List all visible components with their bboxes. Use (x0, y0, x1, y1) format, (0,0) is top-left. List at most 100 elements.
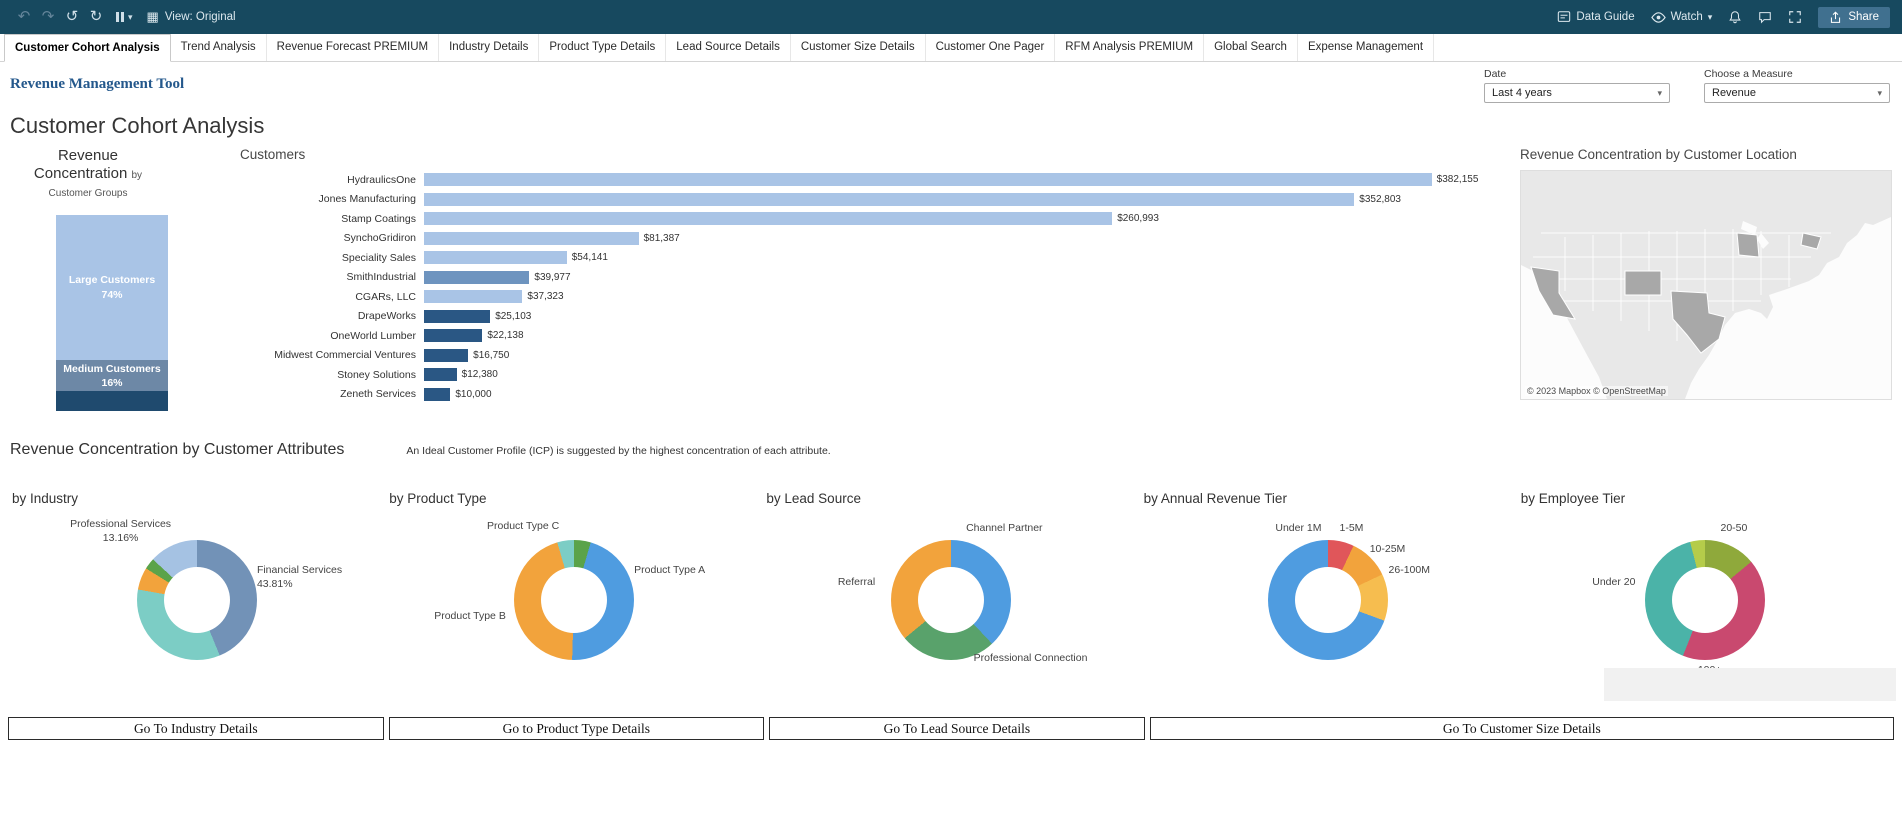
date-select[interactable]: Last 4 years ▾ (1484, 83, 1670, 103)
donut-annotation: 10-25M (1369, 543, 1406, 555)
donut-annotation: Professional Services 13.16% (70, 518, 172, 544)
bar-row: Stoney Solutions $12,380 (240, 365, 1496, 385)
donut-annotation: Channel Partner (966, 522, 1043, 534)
tab-expense-management[interactable]: Expense Management (1298, 34, 1435, 61)
attributes-section-title: Revenue Concentration by Customer Attrib… (10, 441, 345, 458)
redo-icon[interactable]: ↷ (36, 0, 60, 34)
bar-row: DrapeWorks $25,103 (240, 307, 1496, 327)
workbook-title-link[interactable]: Revenue Management Tool (10, 76, 184, 103)
us-map[interactable]: © 2023 Mapbox © OpenStreetMap (1520, 170, 1892, 400)
notifications-icon (1729, 11, 1742, 24)
sheet-tabs: Customer Cohort Analysis Trend Analysis Re… (0, 34, 1902, 62)
empty-panel (1604, 668, 1896, 701)
donut-area: Product Type C Product Type A Product Type… (385, 506, 762, 696)
customer-group-segment[interactable] (56, 391, 168, 411)
bar-track: $260,993 (424, 212, 1496, 226)
tab-rfm-analysis-premium[interactable]: RFM Analysis PREMIUM (1055, 34, 1205, 61)
nav-button-go-to-customer-size-details[interactable]: Go To Customer Size Details (1149, 717, 1894, 740)
customer-name-label: Midwest Commercial Ventures (274, 349, 416, 362)
watch-caret-icon: ▾ (1707, 11, 1713, 22)
revenue-bar[interactable] (424, 387, 451, 401)
product-type-donut[interactable] (513, 540, 634, 660)
measure-select-value: Revenue (1712, 87, 1757, 99)
data-guide-icon (1558, 11, 1571, 22)
bar-row: HydraulicsOne $382,155 (240, 170, 1496, 190)
revenue-bar[interactable] (424, 173, 1432, 187)
charts-row: Revenue Concentration by Customer Groups… (8, 147, 1894, 411)
refresh-icon[interactable]: ↻ (84, 0, 108, 34)
attributes-section-note: An Ideal Customer Profile (ICP) is sugge… (406, 445, 831, 457)
revenue-bar[interactable] (424, 329, 483, 343)
employee-tier-donut[interactable] (1645, 540, 1766, 660)
nav-button-go-to-industry-details[interactable]: Go To Industry Details (8, 717, 384, 740)
watch-button[interactable]: Watch ▾ (1650, 10, 1713, 25)
share-icon (1831, 10, 1841, 23)
donut-chart-lead-source: by Lead Source Channel Partner Referral Pr… (762, 491, 1139, 703)
customer-name-label: SynchoGridiron (343, 232, 416, 245)
tab-trend-analysis[interactable]: Trend Analysis (171, 34, 267, 61)
chart-title: Customers (240, 147, 306, 162)
bar-track: $25,103 (424, 309, 1496, 323)
bar-row: Jones Manufacturing $352,803 (240, 190, 1496, 210)
annual-revenue-donut[interactable] (1268, 540, 1389, 660)
title-line: by (131, 170, 143, 181)
donut-heading: by Lead Source (766, 491, 861, 506)
customer-name-label: Stoney Solutions (337, 368, 416, 381)
fullscreen-button[interactable] (1788, 10, 1802, 24)
view-selector[interactable]: ▦ View: Original (147, 9, 236, 25)
revenue-bar[interactable] (424, 348, 469, 362)
chevron-down-icon: ▾ (1877, 87, 1882, 98)
header-row: Revenue Management Tool Date Last 4 year… (8, 62, 1894, 103)
donut-annotation: Product Type B (434, 610, 506, 622)
tab-industry-details[interactable]: Industry Details (439, 34, 540, 61)
navigation-buttons: Go To Industry Details Go to Product Type… (8, 717, 1894, 740)
customer-name-label: HydraulicsOne (347, 173, 416, 186)
tab-global-search[interactable]: Global Search (1204, 34, 1298, 61)
lead-source-donut[interactable] (890, 540, 1011, 660)
tab-customer-size-details[interactable]: Customer Size Details (791, 34, 926, 61)
share-button[interactable]: Share (1818, 6, 1890, 28)
nav-button-go-to-product-type-details[interactable]: Go to Product Type Details (388, 717, 765, 740)
revenue-bar[interactable] (424, 251, 567, 265)
revenue-bar[interactable] (424, 192, 1355, 206)
bar-value-label: $39,977 (534, 271, 571, 283)
customer-group-segment[interactable]: Large Customers 74% (56, 215, 168, 361)
bar-row: Midwest Commercial Ventures $16,750 (240, 346, 1496, 366)
data-guide-button[interactable]: Data Guide (1557, 10, 1635, 24)
bar-value-label: $260,993 (1117, 213, 1159, 225)
measure-filter: Choose a Measure Revenue ▾ (1704, 68, 1890, 103)
donut-chart-product-type: by Product Type Product Type C Product Ty… (385, 491, 762, 703)
tab-customer-one-pager[interactable]: Customer One Pager (926, 34, 1056, 61)
tab-customer-cohort-analysis[interactable]: Customer Cohort Analysis (4, 34, 171, 62)
measure-select[interactable]: Revenue ▾ (1704, 83, 1890, 103)
bar-track: $382,155 (424, 173, 1496, 187)
page-title: Customer Cohort Analysis (10, 113, 265, 138)
revenue-bar[interactable] (424, 270, 530, 284)
eye-icon (1650, 11, 1666, 23)
customer-name-label: SmithIndustrial (346, 271, 416, 284)
bar-track: $39,977 (424, 270, 1496, 284)
revert-icon[interactable]: ↺ (60, 0, 84, 34)
revenue-bar[interactable] (424, 309, 491, 323)
bar-track: $37,323 (424, 290, 1496, 304)
tab-lead-source-details[interactable]: Lead Source Details (666, 34, 791, 61)
chevron-down-icon: ▾ (1657, 87, 1662, 98)
customer-group-segment[interactable]: Medium Customers 16% (56, 360, 168, 392)
revenue-bar[interactable] (424, 290, 523, 304)
dropdown-caret-icon[interactable]: ▾ (128, 12, 133, 23)
tab-product-type-details[interactable]: Product Type Details (539, 34, 667, 61)
undo-icon[interactable]: ↶ (12, 0, 36, 34)
notifications-button[interactable] (1728, 10, 1742, 24)
comments-button[interactable] (1758, 10, 1772, 24)
revenue-bar[interactable] (424, 212, 1113, 226)
tab-revenue-forecast-premium[interactable]: Revenue Forecast PREMIUM (267, 34, 440, 61)
bar-value-label: $10,000 (455, 388, 492, 400)
bar-track: $10,000 (424, 387, 1496, 401)
revenue-bar[interactable] (424, 368, 457, 382)
industry-donut[interactable] (136, 540, 257, 660)
top-toolbar: ↶ ↷ ↺ ↻ ▾ ▦ View: Original Data Guide Wa… (0, 0, 1902, 34)
donut-area: Channel Partner Referral Professional Conn… (762, 506, 1139, 696)
nav-button-go-to-lead-source-details[interactable]: Go To Lead Source Details (769, 717, 1145, 740)
revenue-bar[interactable] (424, 231, 639, 245)
pause-icon[interactable] (116, 12, 124, 22)
